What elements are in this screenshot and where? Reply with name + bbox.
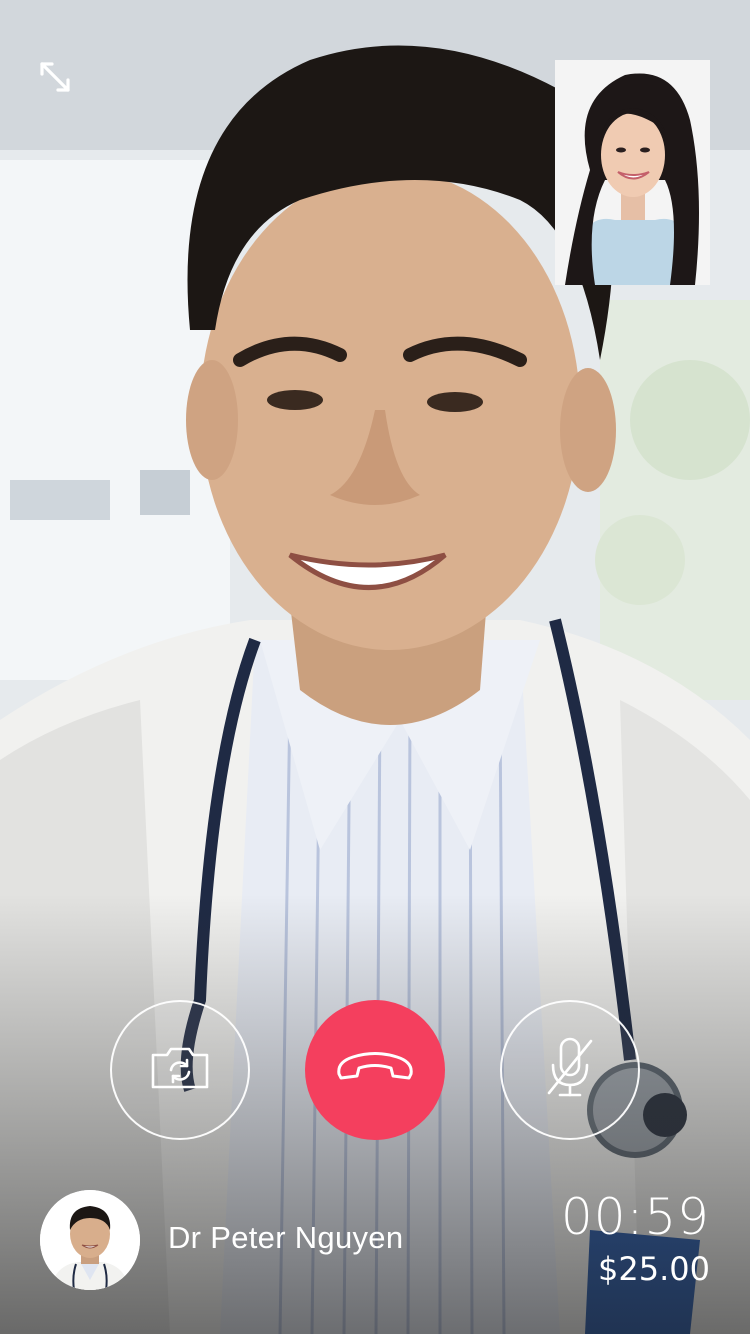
mute-button[interactable] bbox=[500, 1000, 640, 1140]
self-preview-image bbox=[555, 60, 710, 285]
switch-camera-button[interactable] bbox=[110, 1000, 250, 1140]
avatar bbox=[40, 1190, 140, 1290]
microphone-muted-icon bbox=[545, 1035, 595, 1106]
self-camera-preview[interactable] bbox=[555, 60, 710, 285]
switch-camera-icon bbox=[149, 1045, 211, 1096]
participant-name: Dr Peter Nguyen bbox=[168, 1220, 404, 1255]
call-duration: 00:59 bbox=[560, 1188, 710, 1246]
expand-icon[interactable] bbox=[34, 56, 76, 98]
call-cost: $25.00 bbox=[598, 1250, 710, 1288]
phone-hangup-icon bbox=[333, 1048, 417, 1093]
end-call-button[interactable] bbox=[305, 1000, 445, 1140]
doctor-avatar-image bbox=[40, 1190, 140, 1290]
